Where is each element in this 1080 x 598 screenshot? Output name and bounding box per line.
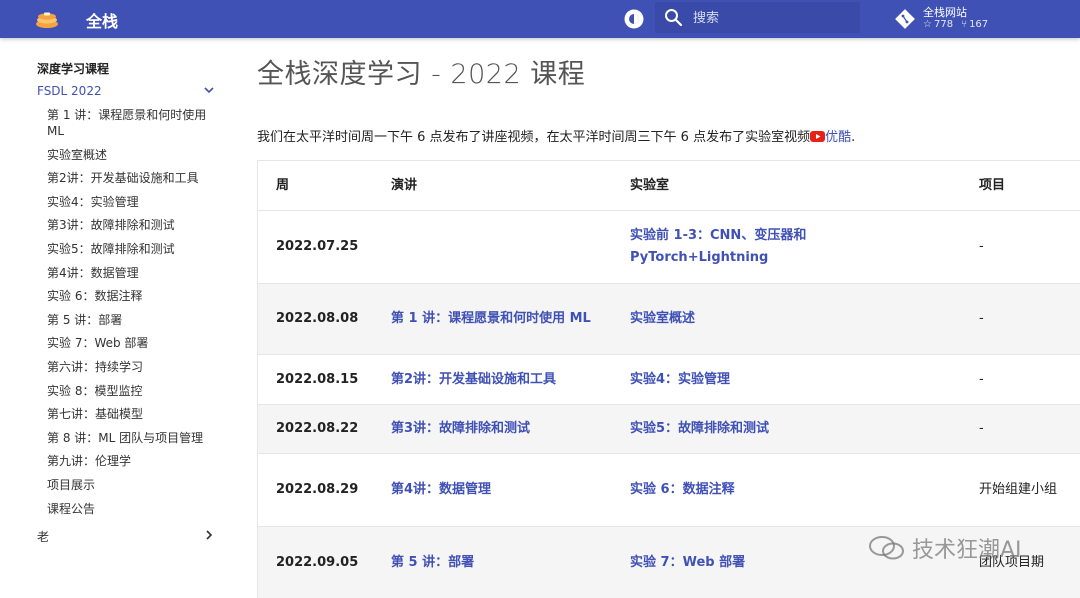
lab-link[interactable]: 实验前 1-3：CNN、变压器和 PyTorch+Lightning <box>630 211 850 283</box>
sidebar-item[interactable]: 第六讲：持续学习 <box>47 359 219 375</box>
search-icon <box>664 8 683 27</box>
table-row: 2022.08.29 第4讲：数据管理 实验 6：数据注释 开始组建小组 <box>258 454 1080 527</box>
forks-count: 167 <box>969 19 989 30</box>
sidebar-item[interactable]: 第 5 讲：部署 <box>47 312 219 328</box>
lab-link[interactable]: 实验 6：数据注释 <box>630 454 850 526</box>
lab-link[interactable]: 实验室概述 <box>630 284 850 354</box>
sidebar-item[interactable]: 实验4：实验管理 <box>47 194 219 210</box>
repository-link[interactable]: 全栈网站 ☆ 778 ⑂ 167 <box>895 3 1075 35</box>
chevron-down-icon[interactable] <box>203 84 215 96</box>
sidebar-navigation: 深度学习课程 FSDL 2022 第 1 讲：课程愿景和何时使用 ML 实验室概… <box>0 38 230 598</box>
week-cell: 2022.09.05 <box>276 554 359 570</box>
stars-fact: ☆ 778 <box>923 19 953 30</box>
watermark: 技术狂潮AI <box>868 532 1022 564</box>
lecture-link[interactable] <box>391 211 591 283</box>
intro-end: . <box>851 130 856 145</box>
wechat-icon <box>868 534 906 562</box>
intro-paragraph: 我们在太平洋时间周一下午 6 点发布了讲座视频，在太平洋时间周三下午 6 点发布… <box>257 126 855 145</box>
table-header-row: 周 演讲 实验室 项目 <box>258 161 1080 211</box>
sidebar-section-title: 深度学习课程 <box>37 62 110 76</box>
chevron-right-icon[interactable] <box>203 529 215 541</box>
week-cell: 2022.07.25 <box>276 239 359 254</box>
lab-link[interactable]: 实验4：实验管理 <box>630 355 850 404</box>
project-cell: - <box>979 239 984 254</box>
lab-link[interactable]: 实验 7：Web 部署 <box>630 527 850 598</box>
repository-facts: ☆ 778 ⑂ 167 <box>923 19 988 30</box>
column-header-project: 项目 <box>979 177 1006 193</box>
project-cell: - <box>979 311 984 326</box>
theme-toggle-icon[interactable] <box>622 7 646 31</box>
star-icon: ☆ <box>923 19 932 30</box>
search-input[interactable] <box>693 7 853 29</box>
sidebar-item[interactable]: 实验 7：Web 部署 <box>47 335 219 351</box>
watermark-text: 技术狂潮AI <box>912 538 1022 563</box>
column-header-week: 周 <box>276 177 290 193</box>
forks-fact: ⑂ 167 <box>961 19 988 30</box>
lecture-link[interactable]: 第2讲：开发基础设施和工具 <box>391 355 591 404</box>
sidebar-item[interactable]: 第3讲：故障排除和测试 <box>47 217 219 233</box>
project-cell: - <box>979 421 984 436</box>
sidebar-group-label: FSDL 2022 <box>37 84 102 98</box>
sidebar-item[interactable]: 实验 8：模型监控 <box>47 383 219 399</box>
week-cell: 2022.08.08 <box>276 311 359 326</box>
fork-icon: ⑂ <box>961 19 968 30</box>
intro-text: 我们在太平洋时间周一下午 6 点发布了讲座视频，在太平洋时间周三下午 6 点发布… <box>257 130 811 145</box>
project-cell: 开始组建小组 <box>979 482 1058 497</box>
column-header-lab: 实验室 <box>630 177 670 193</box>
sidebar-item[interactable]: 项目展示 <box>47 477 219 493</box>
sidebar-item[interactable]: 实验5：故障排除和测试 <box>47 241 219 257</box>
sidebar-item[interactable]: 第九讲：伦理学 <box>47 453 219 469</box>
lecture-link[interactable]: 第3讲：故障排除和测试 <box>391 405 591 453</box>
table-row: 2022.08.15 第2讲：开发基础设施和工具 实验4：实验管理 - <box>258 355 1080 405</box>
lecture-link[interactable]: 第 5 讲：部署 <box>391 527 591 598</box>
week-cell: 2022.08.29 <box>276 482 359 497</box>
sidebar-group-fsdl-2022[interactable]: FSDL 2022 <box>37 84 217 98</box>
sidebar-item[interactable]: 课程公告 <box>47 501 219 517</box>
sidebar-item[interactable]: 第2讲：开发基础设施和工具 <box>47 170 219 186</box>
sidebar-item[interactable]: 实验室概述 <box>47 147 219 163</box>
sidebar-items: 第 1 讲：课程愿景和何时使用 ML 实验室概述 第2讲：开发基础设施和工具 实… <box>47 107 219 524</box>
top-header: 全栈 全栈网站 ☆ 77 <box>0 0 1080 38</box>
sidebar-group-old-label: 老 <box>37 530 50 544</box>
site-title[interactable]: 全栈 <box>86 8 118 32</box>
sidebar-item[interactable]: 第 1 讲：课程愿景和何时使用 ML <box>47 107 219 139</box>
search-box[interactable] <box>655 2 860 33</box>
sidebar-item[interactable]: 第4讲：数据管理 <box>47 265 219 281</box>
pancake-logo-icon[interactable] <box>34 6 60 32</box>
sidebar-item[interactable]: 第七讲：基础模型 <box>47 406 219 422</box>
stars-count: 778 <box>933 19 954 30</box>
lab-link[interactable]: 实验5：故障排除和测试 <box>630 405 850 453</box>
table-row: 2022.08.22 第3讲：故障排除和测试 实验5：故障排除和测试 - <box>258 405 1080 454</box>
lecture-link[interactable]: 第 1 讲：课程愿景和何时使用 ML <box>391 284 591 354</box>
video-link[interactable]: 优酷 <box>825 130 851 145</box>
lecture-link[interactable]: 第4讲：数据管理 <box>391 454 591 526</box>
repository-name: 全栈网站 <box>923 6 967 19</box>
week-cell: 2022.08.22 <box>276 421 359 436</box>
youtube-icon <box>810 131 826 142</box>
git-icon <box>895 9 915 29</box>
sidebar-group-old[interactable]: 老 <box>37 528 217 545</box>
page-title: 全栈深度学习 - 2022 课程 <box>257 59 586 90</box>
table-row: 2022.08.08 第 1 讲：课程愿景和何时使用 ML 实验室概述 - <box>258 284 1080 355</box>
project-cell: - <box>979 371 984 387</box>
sidebar-item[interactable]: 实验 6：数据注释 <box>47 288 219 304</box>
sidebar-item[interactable]: 第 8 讲：ML 团队与项目管理 <box>47 430 219 446</box>
column-header-lecture: 演讲 <box>391 177 418 193</box>
table-row: 2022.07.25 实验前 1-3：CNN、变压器和 PyTorch+Ligh… <box>258 211 1080 284</box>
week-cell: 2022.08.15 <box>276 371 359 387</box>
